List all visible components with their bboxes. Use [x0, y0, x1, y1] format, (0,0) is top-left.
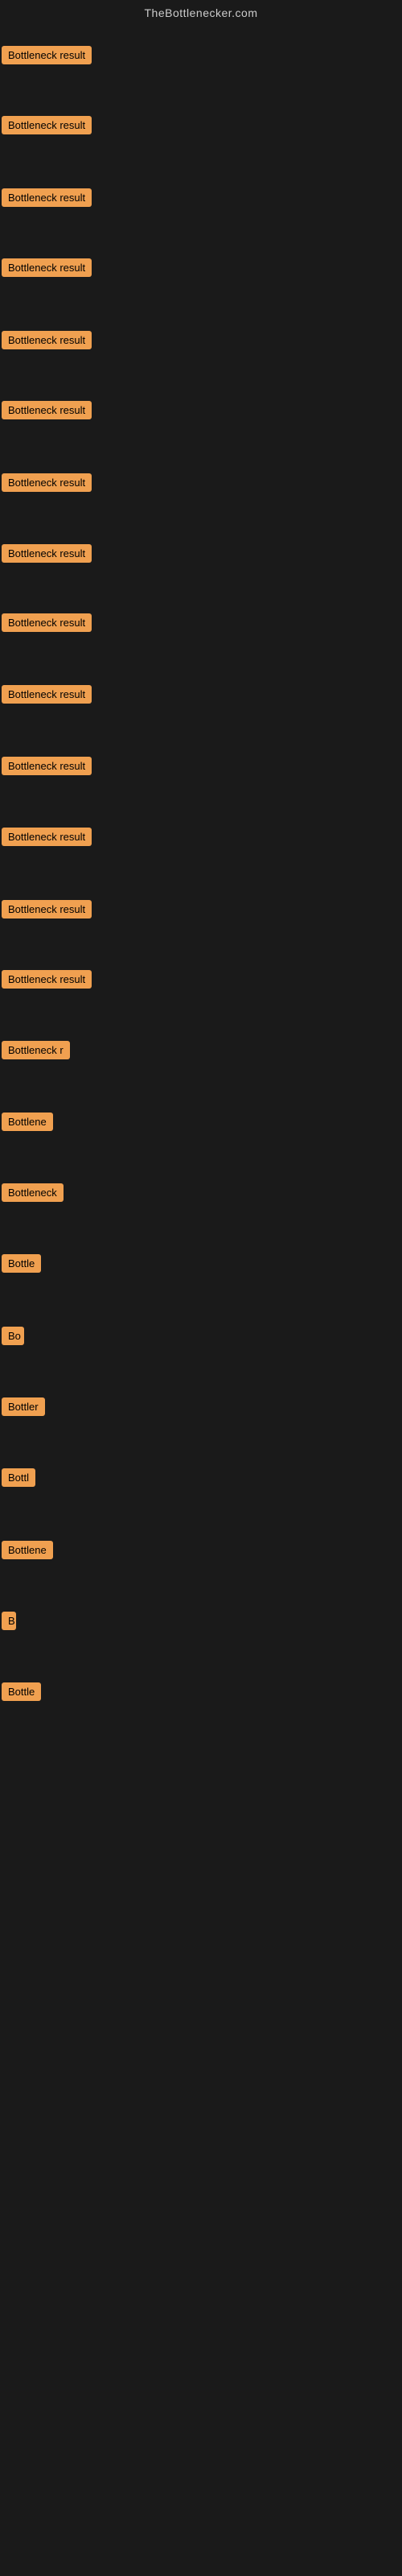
bottleneck-badge-row-18: Bottle	[2, 1254, 41, 1277]
bottleneck-badge[interactable]: Bottleneck r	[2, 1041, 70, 1059]
bottleneck-badge-row-1: Bottleneck result	[2, 46, 92, 68]
bottleneck-badge-row-13: Bottleneck result	[2, 900, 92, 923]
bottleneck-badge[interactable]: Bottle	[2, 1682, 41, 1701]
bottleneck-badge[interactable]: Bottleneck result	[2, 544, 92, 563]
bottleneck-badge[interactable]: Bottleneck result	[2, 757, 92, 775]
bottleneck-badge[interactable]: Bottleneck result	[2, 258, 92, 277]
bottleneck-badge[interactable]: Bottleneck result	[2, 970, 92, 989]
bottleneck-badge[interactable]: B	[2, 1612, 16, 1630]
bottleneck-badge-row-23: B	[2, 1612, 16, 1634]
bottleneck-badge[interactable]: Bottleneck result	[2, 613, 92, 632]
bottleneck-badge-row-14: Bottleneck result	[2, 970, 92, 993]
bottleneck-badge[interactable]: Bo	[2, 1327, 24, 1345]
bottleneck-badge-row-19: Bo	[2, 1327, 24, 1349]
bottleneck-badge-row-24: Bottle	[2, 1682, 41, 1705]
bottleneck-badge-row-6: Bottleneck result	[2, 401, 92, 423]
bottleneck-badge-row-7: Bottleneck result	[2, 473, 92, 496]
bottleneck-badge[interactable]: Bottleneck	[2, 1183, 64, 1202]
bottleneck-badge[interactable]: Bottler	[2, 1397, 45, 1416]
bottleneck-badge[interactable]: Bottleneck result	[2, 401, 92, 419]
bottleneck-badge-row-20: Bottler	[2, 1397, 45, 1420]
bottleneck-badge-row-11: Bottleneck result	[2, 757, 92, 779]
bottleneck-badge[interactable]: Bottleneck result	[2, 685, 92, 704]
bottleneck-badge-row-21: Bottl	[2, 1468, 35, 1491]
bottleneck-badge-row-2: Bottleneck result	[2, 116, 92, 138]
site-title-bar: TheBottlenecker.com	[0, 0, 402, 23]
bottleneck-badge[interactable]: Bottle	[2, 1254, 41, 1273]
bottleneck-badge[interactable]: Bottleneck result	[2, 900, 92, 919]
bottleneck-badge-row-3: Bottleneck result	[2, 188, 92, 211]
bottleneck-badge-row-9: Bottleneck result	[2, 613, 92, 636]
bottleneck-badge-row-15: Bottleneck r	[2, 1041, 70, 1063]
bottleneck-badge-row-5: Bottleneck result	[2, 331, 92, 353]
bottleneck-badge[interactable]: Bottleneck result	[2, 331, 92, 349]
bottleneck-badge-row-4: Bottleneck result	[2, 258, 92, 281]
bottleneck-badge[interactable]: Bottlene	[2, 1541, 53, 1559]
bottleneck-badge-row-17: Bottleneck	[2, 1183, 64, 1206]
bottleneck-badge[interactable]: Bottleneck result	[2, 46, 92, 64]
site-title: TheBottlenecker.com	[0, 0, 402, 23]
bottleneck-badge[interactable]: Bottleneck result	[2, 116, 92, 134]
bottleneck-badge[interactable]: Bottlene	[2, 1113, 53, 1131]
bottleneck-badge-row-8: Bottleneck result	[2, 544, 92, 567]
bottleneck-badge[interactable]: Bottleneck result	[2, 828, 92, 846]
bottleneck-badge[interactable]: Bottleneck result	[2, 188, 92, 207]
bottleneck-badge-row-16: Bottlene	[2, 1113, 53, 1135]
bottleneck-badge-row-22: Bottlene	[2, 1541, 53, 1563]
bottleneck-badge[interactable]: Bottleneck result	[2, 473, 92, 492]
bottleneck-badge-row-10: Bottleneck result	[2, 685, 92, 708]
bottleneck-badge[interactable]: Bottl	[2, 1468, 35, 1487]
bottleneck-badge-row-12: Bottleneck result	[2, 828, 92, 850]
